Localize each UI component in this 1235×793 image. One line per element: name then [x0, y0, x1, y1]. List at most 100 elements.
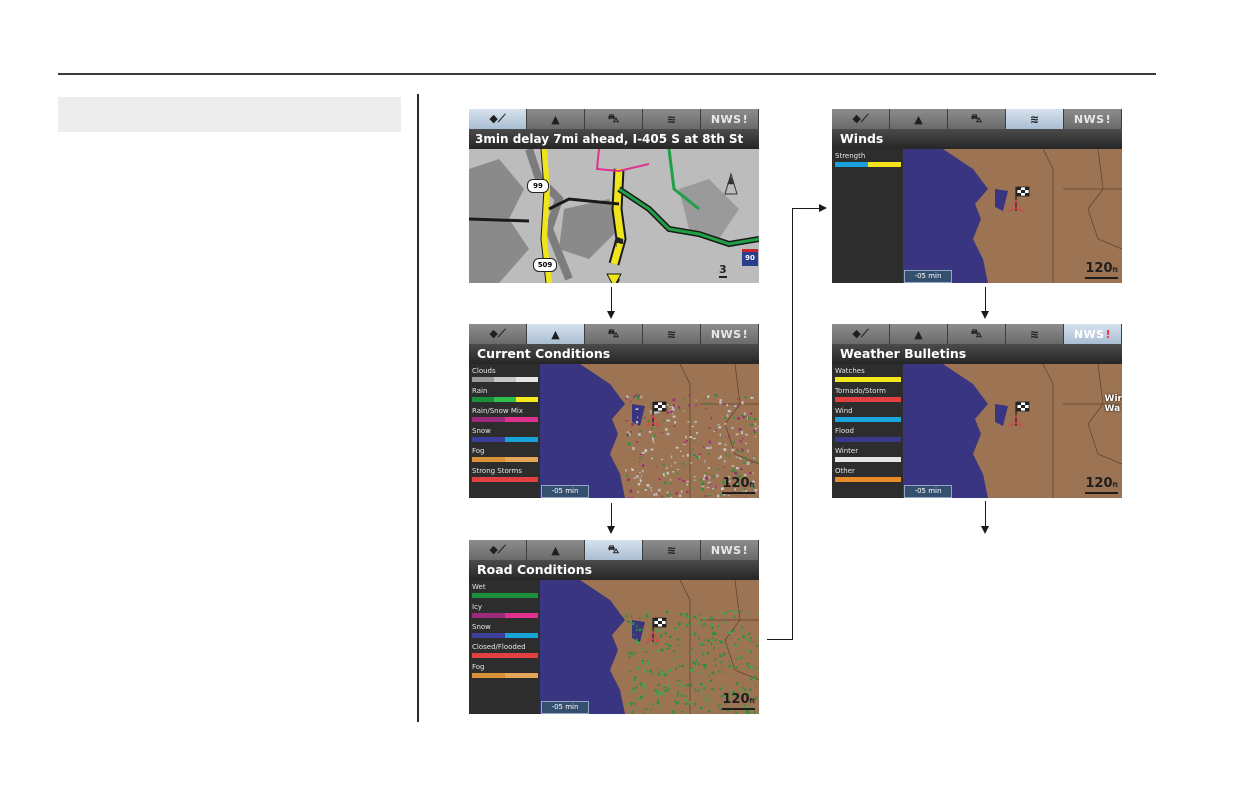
- legend-label: Rain/Snow Mix: [472, 407, 523, 415]
- weather-cell: [716, 468, 720, 470]
- weather-cell: [702, 617, 706, 621]
- weather-cell: [673, 404, 676, 407]
- weather-cell: [642, 683, 645, 687]
- weather-cell: [736, 406, 739, 408]
- tab-current-conditions[interactable]: ▲: [890, 109, 948, 129]
- weather-cell: [712, 475, 715, 478]
- checkered-flag-square: [1017, 187, 1021, 190]
- weather-cell: [680, 694, 684, 697]
- weather-cell: [701, 488, 704, 491]
- tab-current-conditions[interactable]: ▲: [890, 324, 948, 344]
- radar-tab-icon: ▲: [914, 112, 923, 126]
- weather-cell: [638, 461, 640, 463]
- weather-cell: [640, 475, 642, 477]
- weather-cell: [628, 628, 630, 631]
- weather-cell: [635, 628, 638, 631]
- tab-winds[interactable]: ≋: [1006, 324, 1064, 344]
- legend-item: Fog: [472, 447, 538, 462]
- nws-alert-icon: !: [742, 327, 749, 341]
- weather-cell: [745, 638, 748, 640]
- weather-cell: [677, 691, 680, 695]
- tab-nws[interactable]: NWS!: [1064, 324, 1122, 344]
- weather-cell: [673, 425, 676, 427]
- weather-cell: [639, 430, 642, 432]
- weather-cell: [682, 462, 685, 464]
- tab-nws[interactable]: NWS!: [701, 324, 759, 344]
- road-conditions-screen: ◆⟋ ▲ ⛍ ≋ NWS! Road Conditions Wet Icy Snow…: [469, 540, 759, 714]
- legend-item: Strength: [835, 152, 901, 167]
- nws-tab-label: NWS: [710, 327, 742, 341]
- weather-cell: [625, 469, 627, 472]
- tab-road-conditions[interactable]: ⛍: [585, 540, 643, 560]
- weather-cell: [634, 651, 637, 654]
- north-arrow-icon[interactable]: ▲: [727, 175, 735, 186]
- weather-cell: [656, 466, 658, 468]
- weather-cell: [735, 456, 739, 458]
- weather-cell: [757, 426, 759, 428]
- flow-arrow-line: [611, 287, 612, 312]
- weather-cell: [717, 494, 720, 498]
- weather-cell: [706, 486, 710, 489]
- weather-cell: [719, 493, 721, 497]
- weather-cell: [724, 422, 726, 425]
- legend-color-bar: [472, 417, 538, 422]
- weather-cell: [734, 615, 736, 618]
- weather-cell: [749, 639, 751, 642]
- weather-cell: [695, 432, 699, 435]
- weather-cell: [702, 477, 705, 481]
- weather-cell: [688, 404, 691, 407]
- weather-cell: [746, 649, 749, 651]
- tab-road-conditions[interactable]: ⛍: [948, 324, 1006, 344]
- weather-cell: [633, 395, 635, 398]
- weather-cell: [749, 713, 751, 714]
- weather-cell: [666, 497, 668, 498]
- tab-road-conditions[interactable]: ⛍: [948, 109, 1006, 129]
- weather-cell: [694, 688, 696, 692]
- wind-tab-icon: ≋: [1029, 327, 1040, 341]
- weather-cell: [662, 684, 665, 687]
- tab-nws[interactable]: NWS!: [1064, 109, 1122, 129]
- legend-item: Winter: [835, 447, 901, 462]
- weather-cell: [717, 624, 719, 628]
- weather-cell: [744, 396, 747, 399]
- tab-traffic[interactable]: ◆⟋: [469, 109, 527, 129]
- traffic-map[interactable]: 99 509 90 ⚑ ▲ 3: [469, 149, 759, 283]
- nws-alert-icon: !: [1105, 327, 1112, 341]
- weather-cell: [755, 436, 757, 438]
- tab-traffic[interactable]: ◆⟋: [469, 324, 527, 344]
- tab-nws[interactable]: NWS!: [701, 109, 759, 129]
- legend-item: Snow: [472, 427, 538, 442]
- weather-cell: [635, 625, 638, 628]
- tab-traffic[interactable]: ◆⟋: [832, 109, 890, 129]
- tab-current-conditions[interactable]: ▲: [527, 324, 585, 344]
- weather-cell: [656, 628, 659, 632]
- tab-current-conditions[interactable]: ▲: [527, 109, 585, 129]
- tab-road-conditions[interactable]: ⛍: [585, 324, 643, 344]
- checkered-flag-square: [1025, 193, 1029, 196]
- weather-cell: [661, 630, 663, 633]
- tab-winds[interactable]: ≋: [643, 109, 701, 129]
- weather-cell: [665, 610, 669, 613]
- weather-cell: [753, 711, 755, 714]
- weather-cell: [723, 621, 726, 624]
- weather-cell: [652, 438, 654, 441]
- tab-traffic[interactable]: ◆⟋: [469, 540, 527, 560]
- checkered-flag-square: [658, 621, 662, 624]
- weather-cell: [727, 710, 729, 712]
- tab-winds[interactable]: ≋: [643, 324, 701, 344]
- flow-arrow-line: [767, 639, 792, 640]
- tab-winds[interactable]: ≋: [1006, 109, 1064, 129]
- tab-road-conditions[interactable]: ⛍: [585, 109, 643, 129]
- weather-cell: [644, 651, 648, 653]
- weather-cell: [680, 450, 682, 452]
- weather-cell: [643, 686, 646, 690]
- weather-cell: [635, 707, 638, 709]
- tab-traffic[interactable]: ◆⟋: [832, 324, 890, 344]
- tab-winds[interactable]: ≋: [643, 540, 701, 560]
- tab-nws[interactable]: NWS!: [701, 540, 759, 560]
- weather-cell: [686, 453, 689, 457]
- tab-current-conditions[interactable]: ▲: [527, 540, 585, 560]
- weather-cell: [686, 483, 689, 486]
- weather-cell: [625, 474, 629, 477]
- weather-cell: [689, 623, 692, 626]
